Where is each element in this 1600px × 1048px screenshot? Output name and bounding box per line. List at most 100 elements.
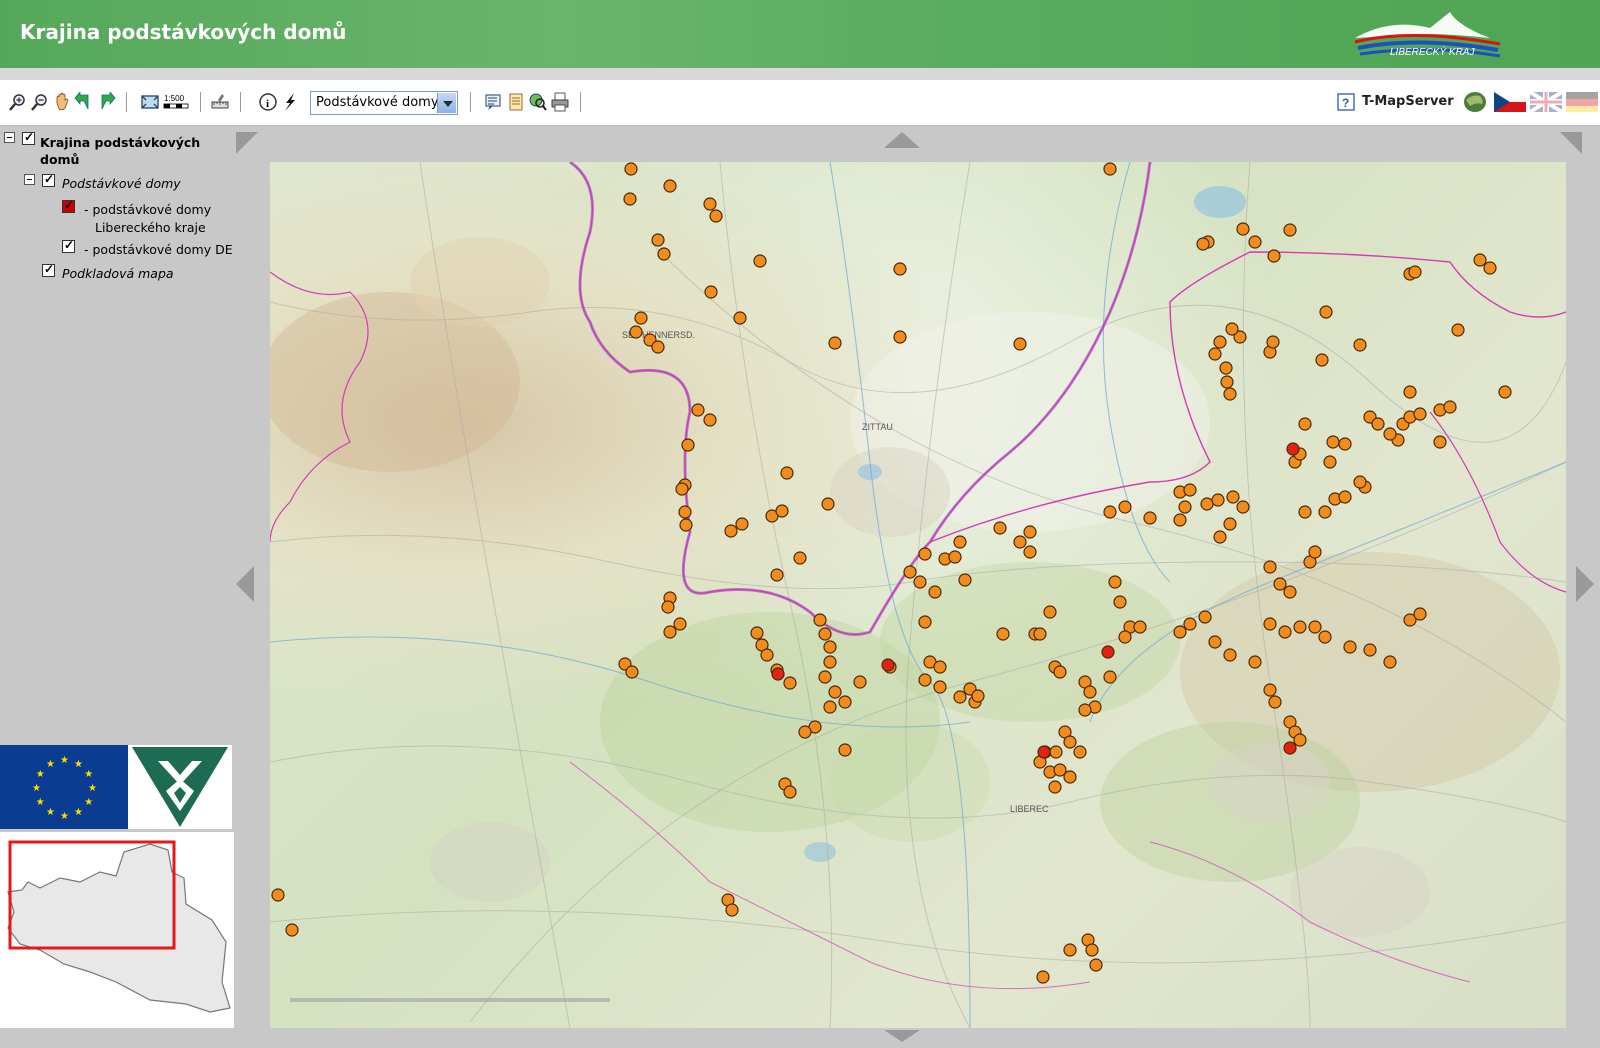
house-point-de[interactable] [678, 505, 692, 519]
collapse-icon[interactable] [4, 132, 15, 143]
pan-west-icon[interactable] [236, 566, 254, 602]
house-point-de[interactable] [1173, 625, 1187, 639]
house-point-de[interactable] [1283, 585, 1297, 599]
house-point-de[interactable] [673, 617, 687, 631]
previous-extent-icon[interactable] [74, 92, 94, 112]
layer-select[interactable]: Podstávkové domy [310, 91, 458, 115]
house-point-de[interactable] [1483, 261, 1497, 275]
house-point-liberec[interactable] [881, 658, 895, 672]
house-point-de[interactable] [1308, 620, 1322, 634]
house-point-de[interactable] [1208, 635, 1222, 649]
house-point-de[interactable] [735, 517, 749, 531]
house-point-de[interactable] [793, 551, 807, 565]
house-point-de[interactable] [1103, 670, 1117, 684]
house-point-de[interactable] [1338, 490, 1352, 504]
help-icon[interactable]: ? [1336, 92, 1356, 112]
root-layer-label[interactable]: Krajina podstávkových domů [40, 134, 220, 168]
group-layer-label[interactable]: Podstávkové domy [62, 176, 181, 191]
zoom-out-icon[interactable] [30, 92, 50, 112]
house-point-de[interactable] [1338, 437, 1352, 451]
house-point-de[interactable] [828, 685, 842, 699]
house-point-de[interactable] [1236, 222, 1250, 236]
house-point-de[interactable] [1073, 745, 1087, 759]
house-point-de[interactable] [1223, 387, 1237, 401]
house-point-de[interactable] [704, 285, 718, 299]
pan-east-icon[interactable] [1576, 566, 1594, 602]
house-point-de[interactable] [1248, 235, 1262, 249]
house-point-de[interactable] [1433, 435, 1447, 449]
house-point-de[interactable] [750, 626, 764, 640]
house-point-de[interactable] [1403, 385, 1417, 399]
house-point-de[interactable] [1473, 253, 1487, 267]
house-point-de[interactable] [1023, 545, 1037, 559]
full-extent-icon[interactable] [140, 92, 160, 112]
house-point-de[interactable] [624, 162, 638, 176]
house-point-de[interactable] [1223, 648, 1237, 662]
house-point-de[interactable] [1326, 435, 1340, 449]
house-point-de[interactable] [1443, 400, 1457, 414]
pan-hand-icon[interactable] [52, 92, 72, 112]
house-point-de[interactable] [1208, 347, 1222, 361]
house-point-de[interactable] [1183, 483, 1197, 497]
house-point-de[interactable] [1108, 575, 1122, 589]
house-point-de[interactable] [798, 725, 812, 739]
layer-1-label[interactable]: - podstávkové domy [84, 202, 211, 217]
house-point-de[interactable] [1078, 703, 1092, 717]
czech-flag-icon[interactable] [1494, 92, 1526, 112]
pan-northeast-icon[interactable] [1560, 132, 1582, 154]
house-point-de[interactable] [271, 888, 285, 902]
house-point-de[interactable] [1063, 943, 1077, 957]
house-point-de[interactable] [1133, 620, 1147, 634]
house-point-de[interactable] [1451, 323, 1465, 337]
house-point-de[interactable] [1213, 530, 1227, 544]
house-point-de[interactable] [1118, 630, 1132, 644]
house-point-de[interactable] [634, 311, 648, 325]
house-point-de[interactable] [1263, 560, 1277, 574]
house-point-de[interactable] [675, 482, 689, 496]
house-point-de[interactable] [1103, 505, 1117, 519]
uk-flag-icon[interactable] [1530, 92, 1562, 112]
house-point-de[interactable] [1248, 655, 1262, 669]
house-point-de[interactable] [1063, 735, 1077, 749]
house-point-de[interactable] [918, 615, 932, 629]
house-point-de[interactable] [1236, 500, 1250, 514]
house-point-de[interactable] [818, 670, 832, 684]
house-point-de[interactable] [1013, 337, 1027, 351]
house-point-de[interactable] [623, 192, 637, 206]
house-point-de[interactable] [838, 695, 852, 709]
house-point-de[interactable] [1266, 335, 1280, 349]
house-point-de[interactable] [691, 403, 705, 417]
house-point-de[interactable] [823, 700, 837, 714]
house-point-de[interactable] [1223, 517, 1237, 531]
house-point-de[interactable] [1048, 780, 1062, 794]
house-point-de[interactable] [953, 535, 967, 549]
german-flag-icon[interactable] [1566, 92, 1598, 112]
house-point-de[interactable] [1298, 505, 1312, 519]
house-point-de[interactable] [918, 547, 932, 561]
house-point-de[interactable] [629, 325, 643, 339]
document-icon[interactable] [506, 92, 526, 112]
house-point-de[interactable] [933, 680, 947, 694]
house-point-de[interactable] [1283, 223, 1297, 237]
pan-northwest-icon[interactable] [236, 132, 258, 154]
house-point-de[interactable] [1200, 497, 1214, 511]
house-point-de[interactable] [1263, 683, 1277, 697]
house-point-de[interactable] [1343, 640, 1357, 654]
house-point-de[interactable] [853, 675, 867, 689]
house-point-de[interactable] [725, 903, 739, 917]
overview-map[interactable] [0, 832, 234, 1028]
house-point-de[interactable] [1226, 490, 1240, 504]
chevron-down-icon[interactable] [437, 93, 456, 113]
house-point-de[interactable] [760, 648, 774, 662]
house-point-de[interactable] [285, 923, 299, 937]
house-point-de[interactable] [1371, 417, 1385, 431]
house-point-de[interactable] [1220, 375, 1234, 389]
house-point-de[interactable] [1225, 322, 1239, 336]
house-point-de[interactable] [1118, 500, 1132, 514]
group-layer-checkbox[interactable] [42, 172, 55, 187]
house-point-de[interactable] [933, 660, 947, 674]
house-point-de[interactable] [1408, 265, 1422, 279]
house-point-de[interactable] [953, 690, 967, 704]
house-point-de[interactable] [1043, 605, 1057, 619]
house-point-de[interactable] [651, 340, 665, 354]
